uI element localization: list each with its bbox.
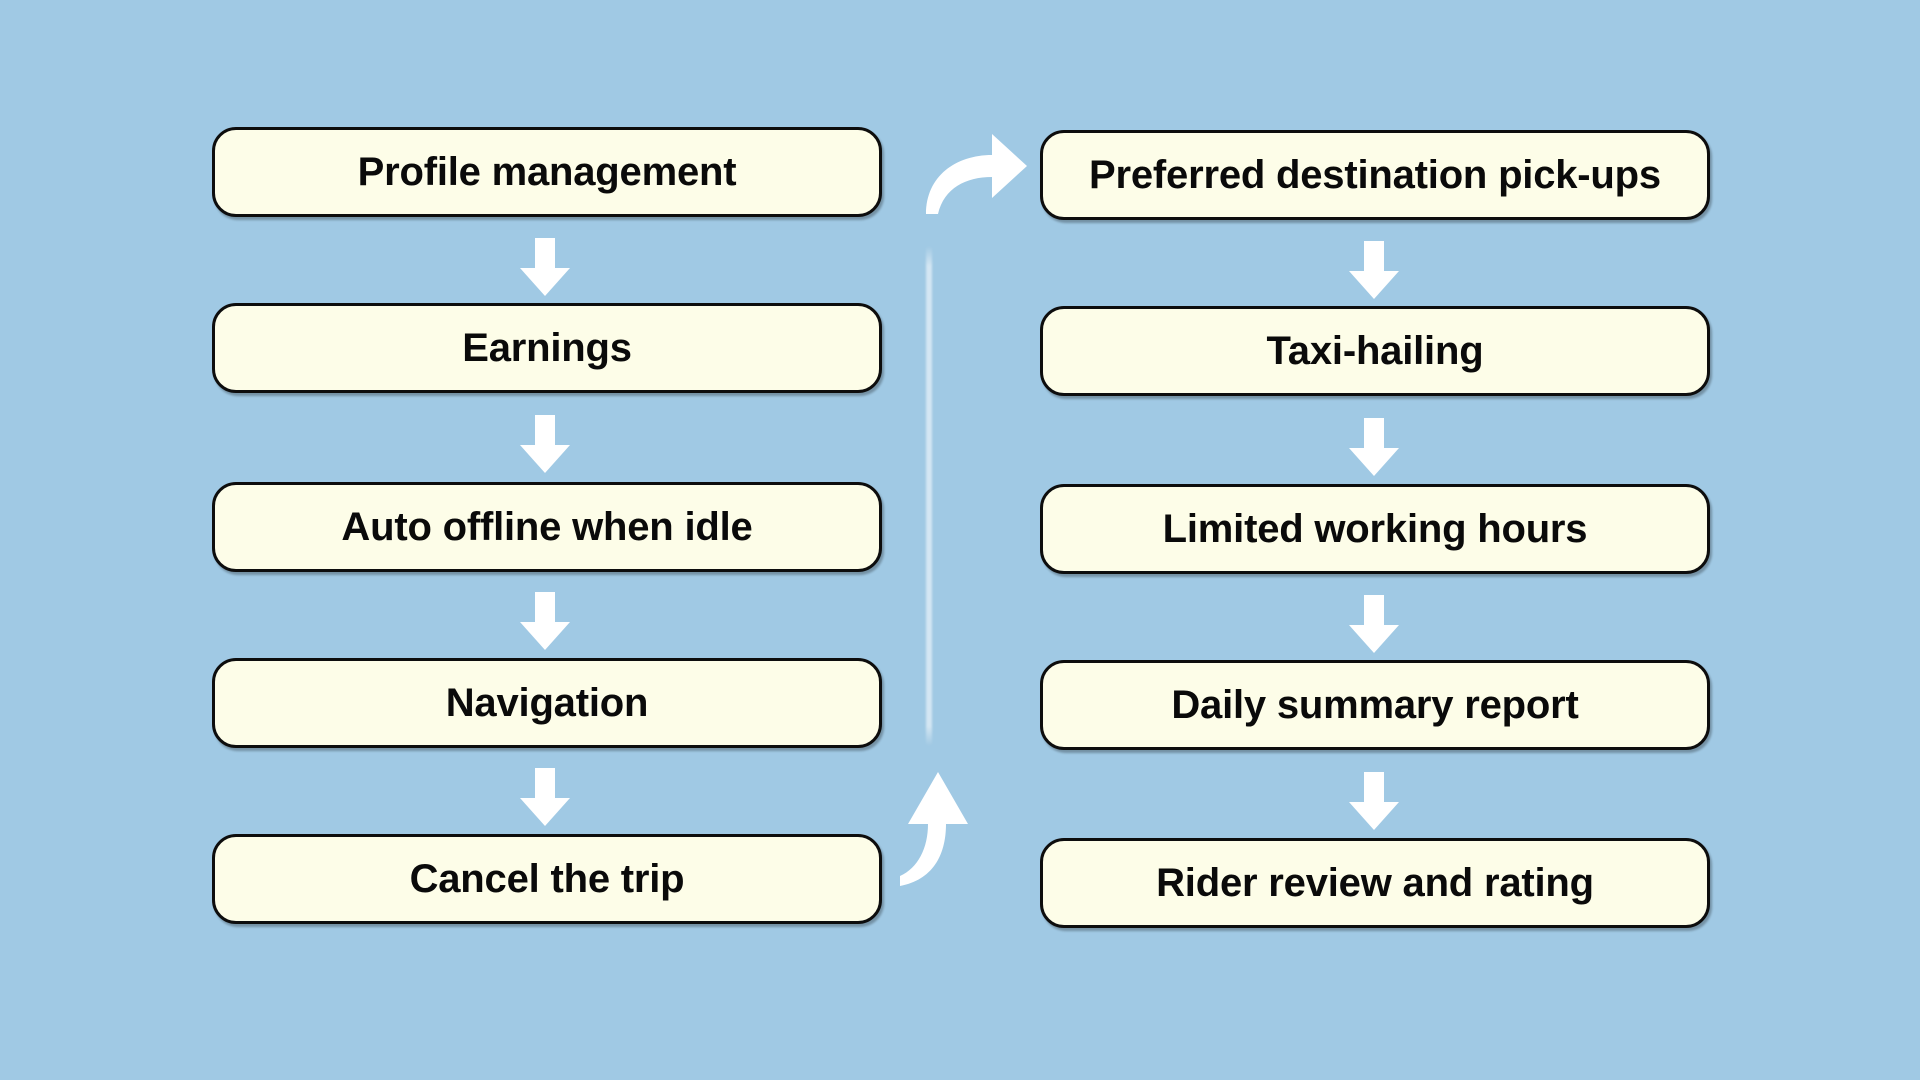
flow-box-right-5[interactable]: Rider review and rating bbox=[1040, 838, 1710, 928]
flow-box-label: Auto offline when idle bbox=[341, 505, 753, 549]
flow-box-label: Preferred destination pick-ups bbox=[1089, 153, 1661, 197]
flow-box-label: Navigation bbox=[445, 681, 649, 725]
flow-box-label: Profile management bbox=[357, 150, 737, 194]
flow-box-left-4[interactable]: Navigation bbox=[212, 658, 882, 748]
flow-box-right-1[interactable]: Preferred destination pick-ups bbox=[1040, 130, 1710, 220]
flow-box-label: Cancel the trip bbox=[409, 857, 685, 901]
flow-box-left-3[interactable]: Auto offline when idle bbox=[212, 482, 882, 572]
flow-box-label: Taxi-hailing bbox=[1266, 329, 1484, 373]
flow-box-left-2[interactable]: Earnings bbox=[212, 303, 882, 393]
flow-box-right-3[interactable]: Limited working hours bbox=[1040, 484, 1710, 574]
arrow-down-icon bbox=[1347, 595, 1401, 657]
flow-box-label: Rider review and rating bbox=[1156, 861, 1594, 905]
flow-box-label: Daily summary report bbox=[1171, 683, 1579, 727]
arrow-down-icon bbox=[518, 592, 572, 654]
flow-box-right-4[interactable]: Daily summary report bbox=[1040, 660, 1710, 750]
curved-arrow-right-icon bbox=[920, 128, 1030, 218]
flow-box-label: Earnings bbox=[462, 326, 632, 370]
diagram-canvas: Profile management Earnings Auto offline… bbox=[0, 0, 1920, 1080]
flow-box-right-2[interactable]: Taxi-hailing bbox=[1040, 306, 1710, 396]
arrow-down-icon bbox=[1347, 241, 1401, 303]
flow-box-left-1[interactable]: Profile management bbox=[212, 127, 882, 217]
arrow-down-icon bbox=[518, 238, 572, 300]
flow-box-left-5[interactable]: Cancel the trip bbox=[212, 834, 882, 924]
curved-arrow-up-icon bbox=[896, 768, 982, 890]
column-divider-line bbox=[926, 246, 932, 746]
arrow-down-icon bbox=[518, 415, 572, 477]
flow-box-label: Limited working hours bbox=[1162, 507, 1588, 551]
arrow-down-icon bbox=[518, 768, 572, 830]
arrow-down-icon bbox=[1347, 418, 1401, 480]
arrow-down-icon bbox=[1347, 772, 1401, 834]
